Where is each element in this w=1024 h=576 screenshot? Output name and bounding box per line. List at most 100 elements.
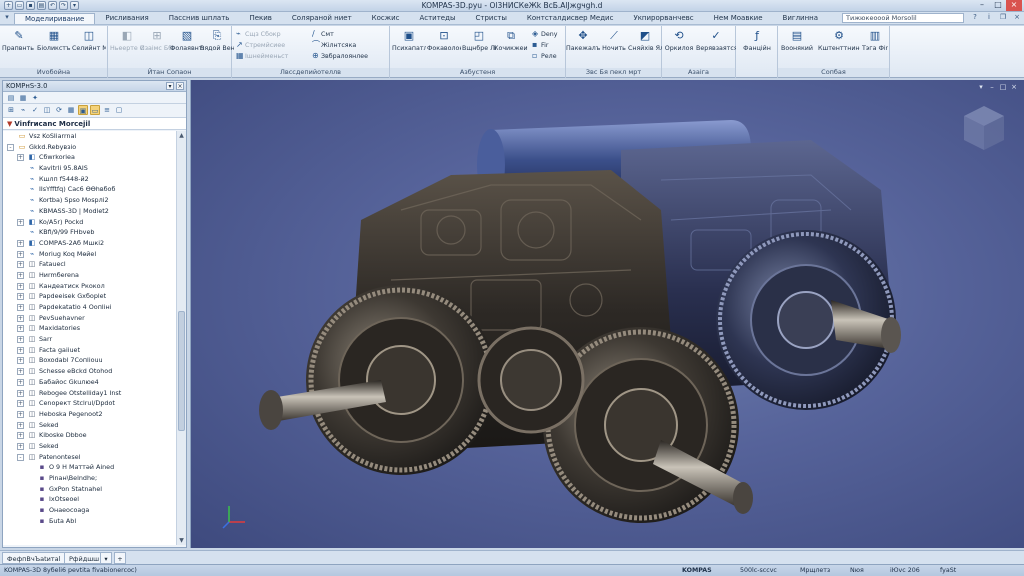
expand-icon[interactable]: + [17, 389, 24, 397]
tree-item[interactable]: + ◫ Papdeeisek Gxборlet [3, 291, 177, 302]
expand-icon[interactable]: + [17, 261, 24, 269]
expand-icon[interactable]: + [17, 421, 24, 429]
scroll-down-icon[interactable]: ▼ [177, 536, 186, 545]
scroll-thumb[interactable] [178, 311, 185, 431]
tree-item[interactable]: - ◫ Patenontesel [3, 452, 177, 463]
expand-icon[interactable]: + [17, 336, 24, 344]
ribbon-tab[interactable]: Аститеды [409, 13, 465, 24]
tree-item[interactable]: ⌁ IIsYfftfq) Caс6 ӨӨhвбоб [3, 184, 177, 195]
small-button[interactable]: ∕ Смт [312, 29, 334, 39]
tree-item[interactable]: + ◫ Бабайос Gkuлюe4 [3, 377, 177, 388]
tree-item[interactable]: + ◫ Sarr [3, 334, 177, 345]
gearbox-model[interactable] [191, 80, 1024, 548]
tree-item[interactable]: + ◫ Facta gaiiuet [3, 345, 177, 356]
thread-button[interactable]: ⟋ Ночить [597, 28, 631, 52]
tree-item[interactable]: + ◧ Ko/A5r) Pockd [3, 217, 177, 228]
tree-item[interactable]: + ◫ Seked [3, 420, 177, 431]
tree-item[interactable]: + ◫ Schesse eBckd Otohod [3, 366, 177, 377]
tree-item[interactable]: ⌁ KBfi/9/99 FHbveb [3, 227, 177, 238]
verify-button[interactable]: ✓Верявзаятся Таменсне [696, 28, 736, 52]
small-button[interactable]: ▪ Fir [532, 40, 549, 50]
tree-item[interactable]: ⌁ Кшлп f5448-й2 [3, 174, 177, 185]
chamfer-button[interactable]: ◩Сняйхів Ялд [628, 28, 662, 52]
ribbon-tab[interactable]: Укпирорванчевс [623, 13, 703, 24]
tree-item[interactable]: ▪ GxPon Statnahel [3, 484, 177, 495]
tree-item[interactable]: + ◫ Rebogee Otstelliday1 Inst [3, 388, 177, 399]
tree-item[interactable]: ▪ IxOtseoel [3, 494, 177, 505]
orient-button[interactable]: ⟲ Оркилоя [662, 28, 696, 52]
expand-icon[interactable]: + [17, 432, 24, 440]
move-button[interactable]: ✥Пакежалъ Бялвалит [566, 28, 600, 52]
expand-icon[interactable]: + [17, 325, 24, 333]
expand-icon[interactable]: + [17, 271, 24, 279]
tree-item[interactable]: + ◫ Seked [3, 441, 177, 452]
close-button[interactable]: × [1006, 0, 1022, 11]
doc-tab-add-icon[interactable]: + [114, 552, 126, 564]
tree-item[interactable]: + ◫ Kiboske Dbboe [3, 430, 177, 441]
expand-icon[interactable]: + [17, 314, 24, 322]
info-icon[interactable]: i [984, 13, 994, 23]
import-button[interactable]: ⎘Вядой Венія [200, 28, 234, 52]
tree-item[interactable]: + ⌁ Моriug Koq Мөйеl [3, 249, 177, 260]
tree-item[interactable]: + ◫ Fatauecl [3, 259, 177, 270]
tree-item[interactable]: + ◫ Hиrmбerena [3, 270, 177, 281]
doc-tab[interactable]: Рфйдшш [64, 552, 105, 564]
scroll-up-icon[interactable]: ▲ [177, 131, 186, 140]
tree-item[interactable]: ⌁ Kavitrli 95.8AIS [3, 163, 177, 174]
tree-item[interactable]: ⌁ Kortba) Spso Mosрлi2 [3, 195, 177, 206]
folder-icon[interactable]: ▭ [90, 105, 100, 115]
ribbon-tab[interactable]: Пасснив шплать [159, 13, 240, 24]
expand-icon[interactable]: + [17, 293, 24, 301]
app-menu-icon[interactable]: ▾ [2, 13, 12, 23]
search-input[interactable]: Тижюкеооой Моrsolil [842, 13, 964, 23]
tree-item[interactable]: - ▭ Gkkd.Rebyвзio [3, 142, 177, 153]
tree-item[interactable]: ▪ О 9 Н Маттәй Ainеd [3, 462, 177, 473]
tree-item[interactable]: + ◧ СОМРАS-2Аб Мшкі2 [3, 238, 177, 249]
tree-item[interactable]: + ◫ Papdekatatio 4 Оопliнi [3, 302, 177, 313]
expand-icon[interactable]: + [17, 154, 24, 162]
doc-tab[interactable]: ФефпВчЪаtитаl [2, 552, 66, 564]
pin-icon[interactable]: ▾ [166, 82, 174, 90]
filter-icon[interactable]: ▦ [18, 93, 28, 103]
expand-icon[interactable]: + [17, 442, 24, 450]
expand-icon[interactable]: + [17, 239, 24, 247]
star-icon[interactable]: ✦ [30, 93, 40, 103]
check-icon[interactable]: ✓ [30, 105, 40, 115]
minimize-button[interactable]: – [974, 0, 990, 11]
collapse-icon[interactable]: - [7, 143, 14, 151]
expand-icon[interactable]: + [17, 410, 24, 418]
layers-icon[interactable]: ◫ [42, 105, 52, 115]
expand-icon[interactable]: + [17, 357, 24, 365]
expand-icon[interactable]: + [17, 304, 24, 311]
apply-button[interactable]: ✎Прапвнть Коницеснти [2, 28, 36, 52]
ribbon-tab[interactable]: Соляраной ниет [282, 13, 362, 24]
settings-button[interactable]: ⚙Кштенттнинес [818, 28, 860, 52]
ribbon-tab[interactable]: Косжис [362, 13, 410, 24]
doc-tab-menu-icon[interactable]: ▾ [100, 552, 112, 564]
expand-icon[interactable]: + [17, 400, 24, 408]
maximize-button[interactable]: □ [990, 0, 1006, 11]
tree-item[interactable]: + ◧ Сбwrkoriea [3, 152, 177, 163]
tree-item[interactable]: ▪ Бuta Abl [3, 516, 177, 527]
collapse-icon[interactable]: - [17, 453, 24, 461]
tree-item[interactable]: + ◫ Boxodabl 7Сопliouu [3, 355, 177, 366]
component-button[interactable]: ▣Психапатля Одитийс [392, 28, 426, 52]
grid-icon[interactable]: ▦ [66, 105, 76, 115]
ribbon-tab[interactable]: Пекив [239, 13, 281, 24]
expand-icon[interactable]: + [17, 378, 24, 386]
expand-icon[interactable]: + [17, 250, 24, 258]
tree-item[interactable]: ⌁ KBMASS-3D | Modlet2 [3, 206, 177, 217]
help-button[interactable]: ▥Тэга Фіnu [862, 28, 888, 52]
tree-item[interactable]: ▪ Pinaн\Belndhe; [3, 473, 177, 484]
panel-close-icon[interactable]: × [176, 82, 184, 90]
measure-button[interactable]: ⊞Изаімс Ббвкл [140, 28, 174, 52]
view-tree-icon[interactable]: ⊞ [6, 105, 16, 115]
tree-icon[interactable]: ▤ [6, 93, 16, 103]
ribbon-close-icon[interactable]: × [1012, 13, 1022, 23]
small-button[interactable]: ⌁ Сщз Сбокр [236, 29, 281, 39]
small-button[interactable]: ⌒Жілнтсяка [312, 40, 356, 50]
list-icon[interactable]: ≡ [102, 105, 112, 115]
library-button[interactable]: ▦Біоликстъ Орияд [37, 28, 71, 52]
ribbon-tab[interactable]: Виглинна [773, 13, 829, 24]
ribbon-tab[interactable]: Моделиривание [14, 13, 96, 24]
